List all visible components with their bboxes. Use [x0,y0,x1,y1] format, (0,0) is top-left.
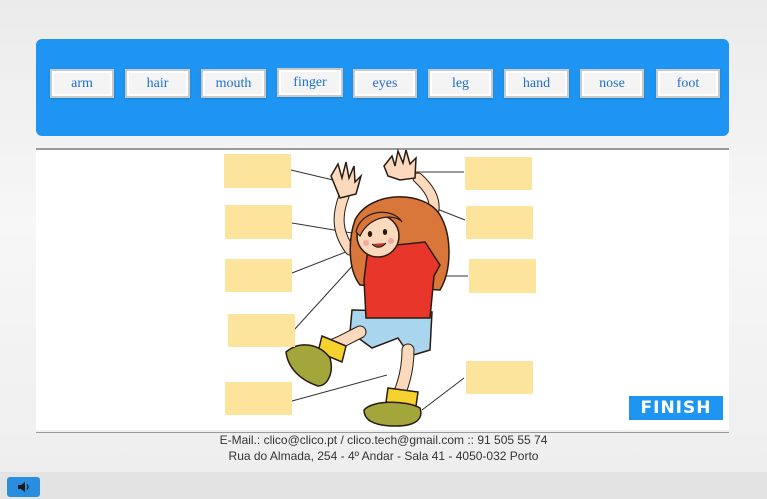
drop-box-right-3[interactable] [469,259,536,293]
sound-button[interactable] [7,477,40,497]
drop-box-right-1[interactable] [465,157,532,190]
footer-contact: E-Mail.: clico@clico.pt / clico.tech@gma… [219,433,548,447]
girl-illustration [285,148,468,427]
drop-box-right-2[interactable] [466,206,533,239]
drop-box-left-5[interactable] [225,382,292,415]
drop-box-left-1[interactable] [224,154,291,188]
bottom-bar [0,472,767,499]
speaker-icon [17,481,31,493]
footer-address: Rua do Almada, 254 - 4º Andar - Sala 41 … [228,449,539,463]
drop-box-left-2[interactable] [225,205,292,239]
drop-box-left-3[interactable] [225,259,292,292]
finish-button[interactable]: FINISH [629,396,723,420]
drop-box-right-4[interactable] [466,361,533,394]
drop-box-left-4[interactable] [228,314,295,347]
